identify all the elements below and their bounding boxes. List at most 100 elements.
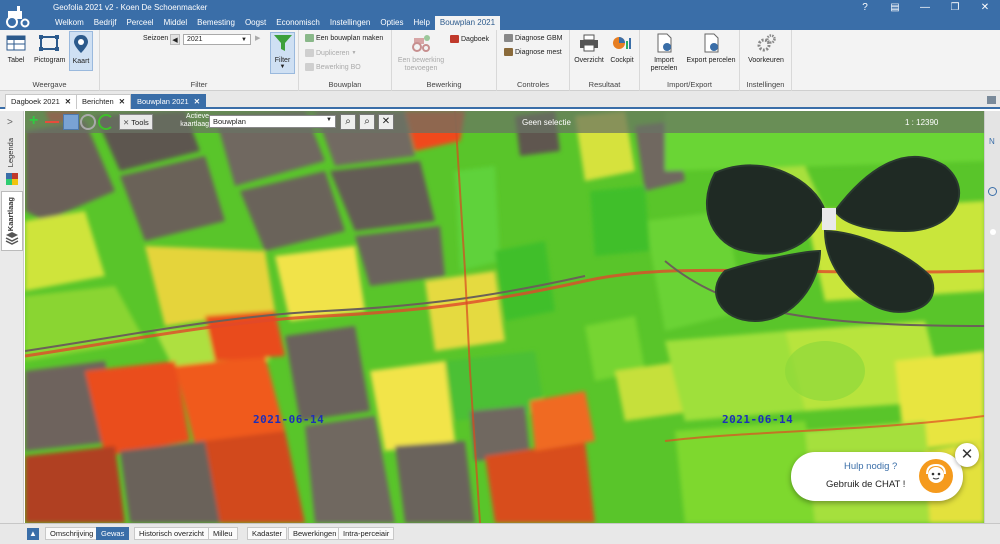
pictogram-button[interactable]: Pictogram <box>34 33 66 64</box>
group-resultaat: Overzicht Cockpit Resultaat <box>570 30 640 91</box>
menu-opties[interactable]: Opties <box>375 16 408 30</box>
tab-gewas[interactable]: Gewas <box>96 527 130 540</box>
manure-icon <box>504 48 513 56</box>
group-label-instellingen: Instellingen <box>746 80 785 89</box>
menu-instellingen[interactable]: Instellingen <box>325 16 375 30</box>
help-icon[interactable]: ? <box>850 0 880 16</box>
tabel-button[interactable]: Tabel <box>5 33 27 64</box>
voorkeuren-button[interactable]: Voorkeuren <box>745 33 787 64</box>
menu-economisch[interactable]: Economisch <box>271 16 325 30</box>
document-icon <box>504 34 513 42</box>
group-label-weergave: Weergave <box>32 80 67 89</box>
bouwplan-maken-button[interactable]: Een bouwplan maken <box>305 34 383 42</box>
calendar-icon <box>450 35 459 43</box>
kaart-button[interactable]: Kaart <box>69 31 93 71</box>
ribbon: Tabel Pictogram Kaart Weergave Seizoen ◀… <box>0 30 1000 91</box>
export-percelen-button[interactable]: Export percelen <box>686 33 736 65</box>
zoom-icon[interactable]: ⌕ <box>340 114 356 130</box>
gears-icon <box>757 34 776 52</box>
clear-selection-icon[interactable]: ✕ <box>378 114 394 130</box>
close-icon[interactable]: ✕ <box>119 97 125 106</box>
minimize-button[interactable]: — <box>910 0 940 16</box>
tab-intra-perceiair[interactable]: Intra-perceiair <box>338 527 395 540</box>
tools-button[interactable]: ✕ Tools <box>119 114 153 130</box>
menu-bedrijf[interactable]: Bedrijf <box>89 16 122 30</box>
close-button[interactable]: ✕ <box>970 0 1000 16</box>
dagboek-button[interactable]: Dagboek <box>450 35 489 43</box>
menu-bouwplan-2021[interactable]: Bouwplan 2021 <box>434 16 501 30</box>
edit-icon <box>305 63 314 71</box>
tab-omschrijving[interactable]: Omschrijving <box>45 527 99 540</box>
group-label-import-export: Import/Export <box>666 80 712 89</box>
date-label-left: 2021-06-14 <box>253 413 325 426</box>
zoom-slider-handle[interactable] <box>990 229 996 235</box>
expand-chevron-icon[interactable]: > <box>7 117 13 128</box>
menu-oogst[interactable]: Oogst <box>240 16 271 30</box>
group-instellingen: Voorkeuren Instellingen <box>740 30 792 91</box>
group-import-export: Import percelen Export percelen Import/E… <box>640 30 740 91</box>
undo-icon[interactable] <box>80 114 96 130</box>
menu-bemesting[interactable]: Bemesting <box>192 16 240 30</box>
tab-bewerkingen[interactable]: Bewerkingen <box>288 527 342 540</box>
tab-historisch-overzicht[interactable]: Historisch overzicht <box>134 527 210 540</box>
north-icon[interactable]: N <box>989 137 995 146</box>
layers-icon[interactable] <box>5 231 19 245</box>
tab-kadaster[interactable]: Kadaster <box>247 527 288 540</box>
group-bouwplan: Een bouwplan maken Dupliceren ▼ Bewerking… <box>299 30 392 91</box>
save-icon[interactable] <box>63 114 79 130</box>
diagnose-gbm-button[interactable]: Diagnose GBM <box>504 34 562 42</box>
zoom-in-icon[interactable] <box>988 187 997 196</box>
add-plan-icon <box>305 34 314 42</box>
calculator-icon[interactable]: ▤ <box>880 0 910 16</box>
cockpit-button[interactable]: Cockpit <box>608 33 636 64</box>
seizoen-select[interactable]: 2021 ▼ <box>183 34 251 45</box>
remove-icon[interactable] <box>45 121 59 123</box>
tab-bouwplan-2021[interactable]: Bouwplan 2021 ✕ <box>131 94 207 109</box>
close-icon[interactable]: ✕ <box>65 97 71 106</box>
bewerking-toevoegen-button[interactable]: Een bewerking toevoegen <box>396 33 446 73</box>
help-chat-bubble[interactable]: Hulp nodig ? Gebruik de CHAT ! <box>791 452 963 501</box>
menu-perceel[interactable]: Perceel <box>121 16 158 30</box>
wrench-icon: ✕ <box>123 117 130 127</box>
search-icon[interactable]: ⌕ <box>359 114 375 130</box>
legenda-tab[interactable]: Legenda <box>6 138 15 167</box>
overzicht-button[interactable]: Overzicht <box>574 33 604 64</box>
pictogram-icon <box>39 35 59 51</box>
export-icon <box>704 33 719 53</box>
date-label-right: 2021-06-14 <box>722 413 794 426</box>
dupliceren-button[interactable]: Dupliceren ▼ <box>305 49 356 57</box>
tab-milleu[interactable]: Milleu <box>208 527 238 540</box>
import-icon <box>657 33 672 53</box>
tractor-logo-icon <box>6 6 30 28</box>
menu-middel[interactable]: Middel <box>159 16 193 30</box>
bewerking-bo-button[interactable]: Bewerking BO <box>305 63 361 71</box>
group-label-bewerking: Bewerking <box>426 80 462 89</box>
diagnose-mest-button[interactable]: Diagnose mest <box>504 48 562 56</box>
window-controls: ? ▤ — ❐ ✕ <box>850 0 1000 16</box>
filter-button[interactable]: Filter ▼ <box>270 32 295 74</box>
kaartlaag-tab[interactable]: Kaartlaag <box>6 197 15 231</box>
import-percelen-button[interactable]: Import percelen <box>644 33 684 73</box>
legend-icon[interactable] <box>6 173 18 185</box>
bottom-tabs: ▲ Omschrijving Gewas Historisch overzich… <box>0 523 1000 544</box>
printer-icon <box>580 34 598 52</box>
close-icon[interactable]: ✕ <box>194 97 200 106</box>
expand-up-icon[interactable]: ▲ <box>27 528 39 540</box>
season-prev-button[interactable]: ◀ <box>170 34 180 45</box>
restore-button[interactable]: ❐ <box>940 0 970 16</box>
menu-welkom[interactable]: Welkom <box>50 16 89 30</box>
refresh-icon[interactable] <box>98 114 114 130</box>
chat-cta: Gebruik de CHAT ! <box>826 479 906 490</box>
tab-dagboek-2021[interactable]: Dagboek 2021 ✕ <box>5 94 78 109</box>
menu-help[interactable]: Help <box>408 16 434 30</box>
chat-close-button[interactable]: ✕ <box>955 443 979 467</box>
map-pin-icon <box>74 35 88 53</box>
chart-icon <box>613 37 631 49</box>
active-layer-select[interactable]: Bouwplan ▼ <box>209 115 336 128</box>
add-icon[interactable]: + <box>29 113 45 130</box>
right-zoom-bar: N <box>984 111 1000 523</box>
tab-berichten[interactable]: Berichten ✕ <box>76 94 131 109</box>
chat-question: Hulp nodig ? <box>844 461 898 472</box>
panel-options-icon[interactable] <box>987 96 996 104</box>
season-next-button[interactable]: ▶ <box>255 34 260 42</box>
